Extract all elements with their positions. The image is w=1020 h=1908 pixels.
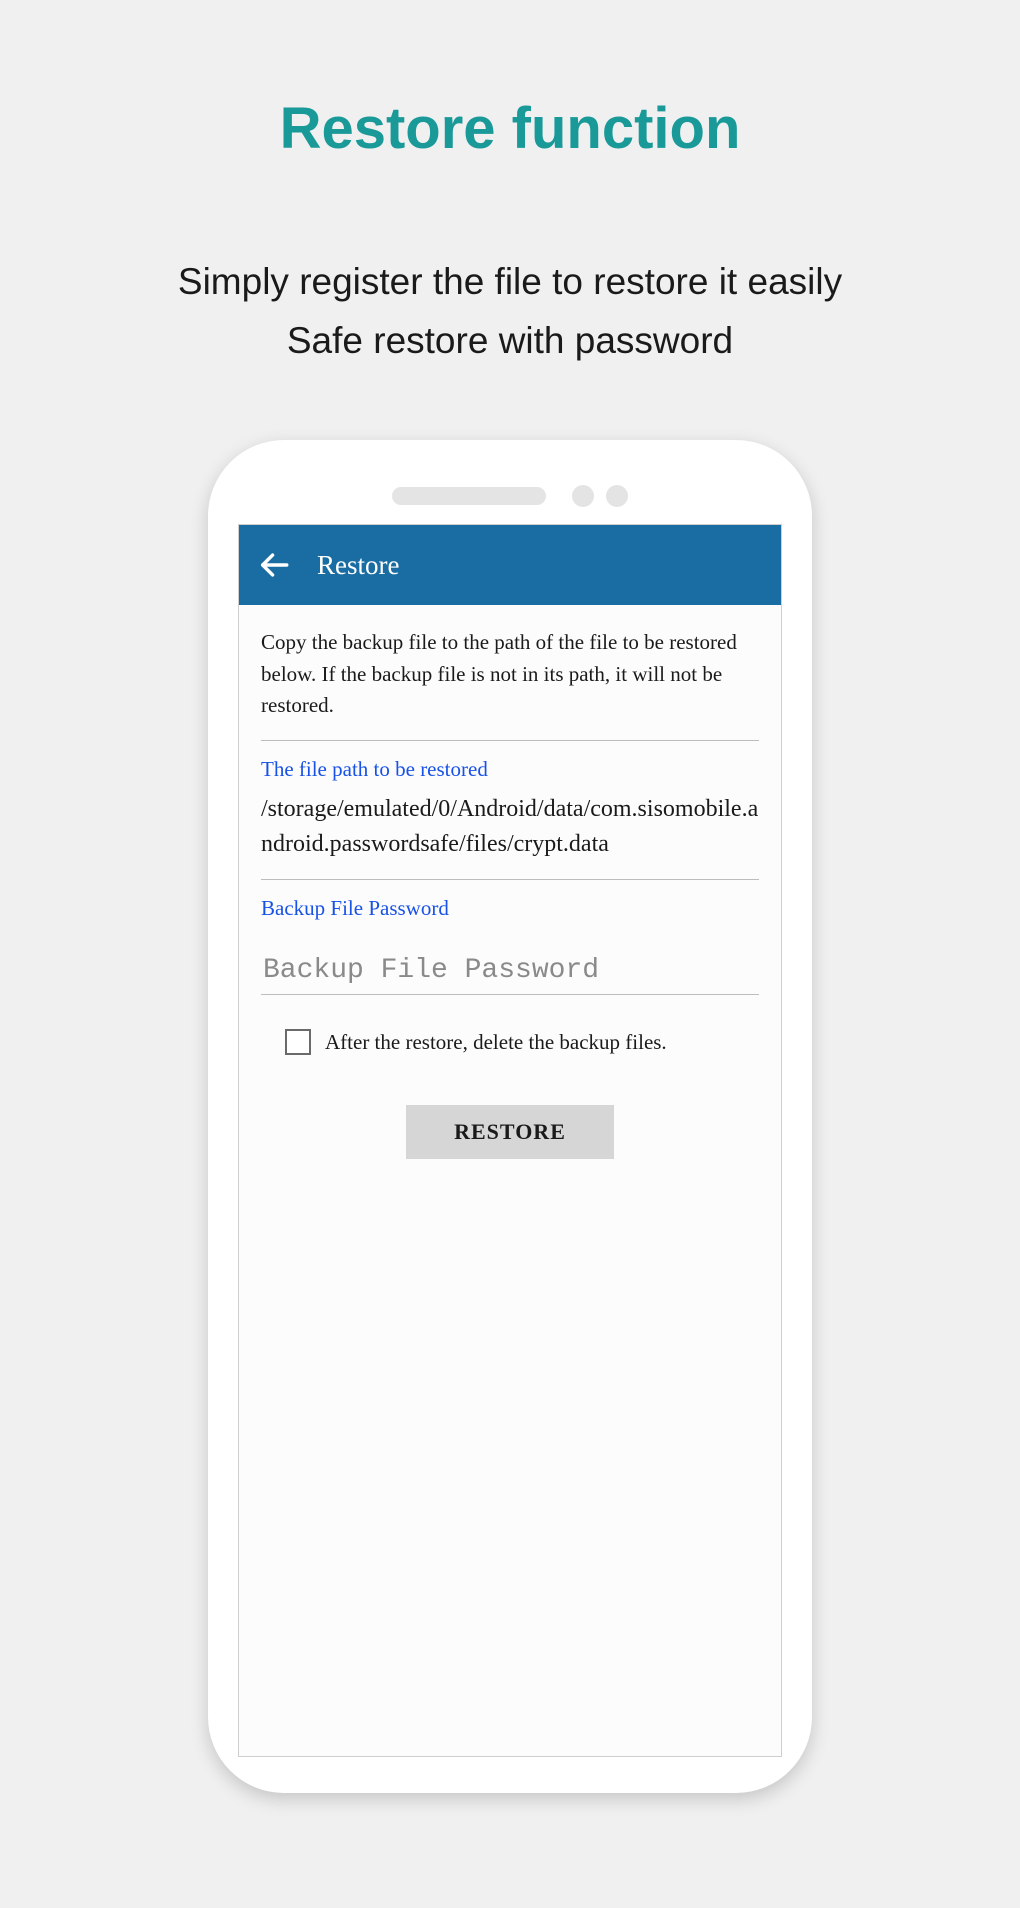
password-label: Backup File Password — [261, 896, 759, 921]
delete-backup-checkbox[interactable] — [285, 1029, 311, 1055]
screen: Restore Copy the backup file to the path… — [238, 524, 782, 1757]
cameras — [572, 485, 628, 507]
delete-backup-label: After the restore, delete the backup fil… — [325, 1030, 667, 1055]
file-path-label: The file path to be restored — [261, 757, 759, 782]
delete-backup-row: After the restore, delete the backup fil… — [261, 1029, 759, 1055]
password-input[interactable] — [261, 945, 759, 995]
camera-dot — [572, 485, 594, 507]
instruction-text: Copy the backup file to the path of the … — [261, 627, 759, 722]
restore-button[interactable]: RESTORE — [406, 1105, 614, 1159]
divider — [261, 879, 759, 880]
divider — [261, 740, 759, 741]
phone-notch — [238, 470, 782, 518]
speaker-grille — [392, 487, 546, 505]
app-bar-title: Restore — [317, 550, 399, 581]
subtitle-line-2: Safe restore with password — [0, 311, 1020, 370]
camera-dot — [606, 485, 628, 507]
back-arrow-icon[interactable] — [257, 548, 291, 582]
subtitle-line-1: Simply register the file to restore it e… — [0, 252, 1020, 311]
app-bar: Restore — [239, 525, 781, 605]
file-path-value: /storage/emulated/0/Android/data/com.sis… — [261, 792, 759, 862]
page-title: Restore function — [0, 95, 1020, 162]
phone-frame: Restore Copy the backup file to the path… — [208, 440, 812, 1793]
content-area: Copy the backup file to the path of the … — [239, 605, 781, 1159]
page-subtitle: Simply register the file to restore it e… — [0, 252, 1020, 370]
